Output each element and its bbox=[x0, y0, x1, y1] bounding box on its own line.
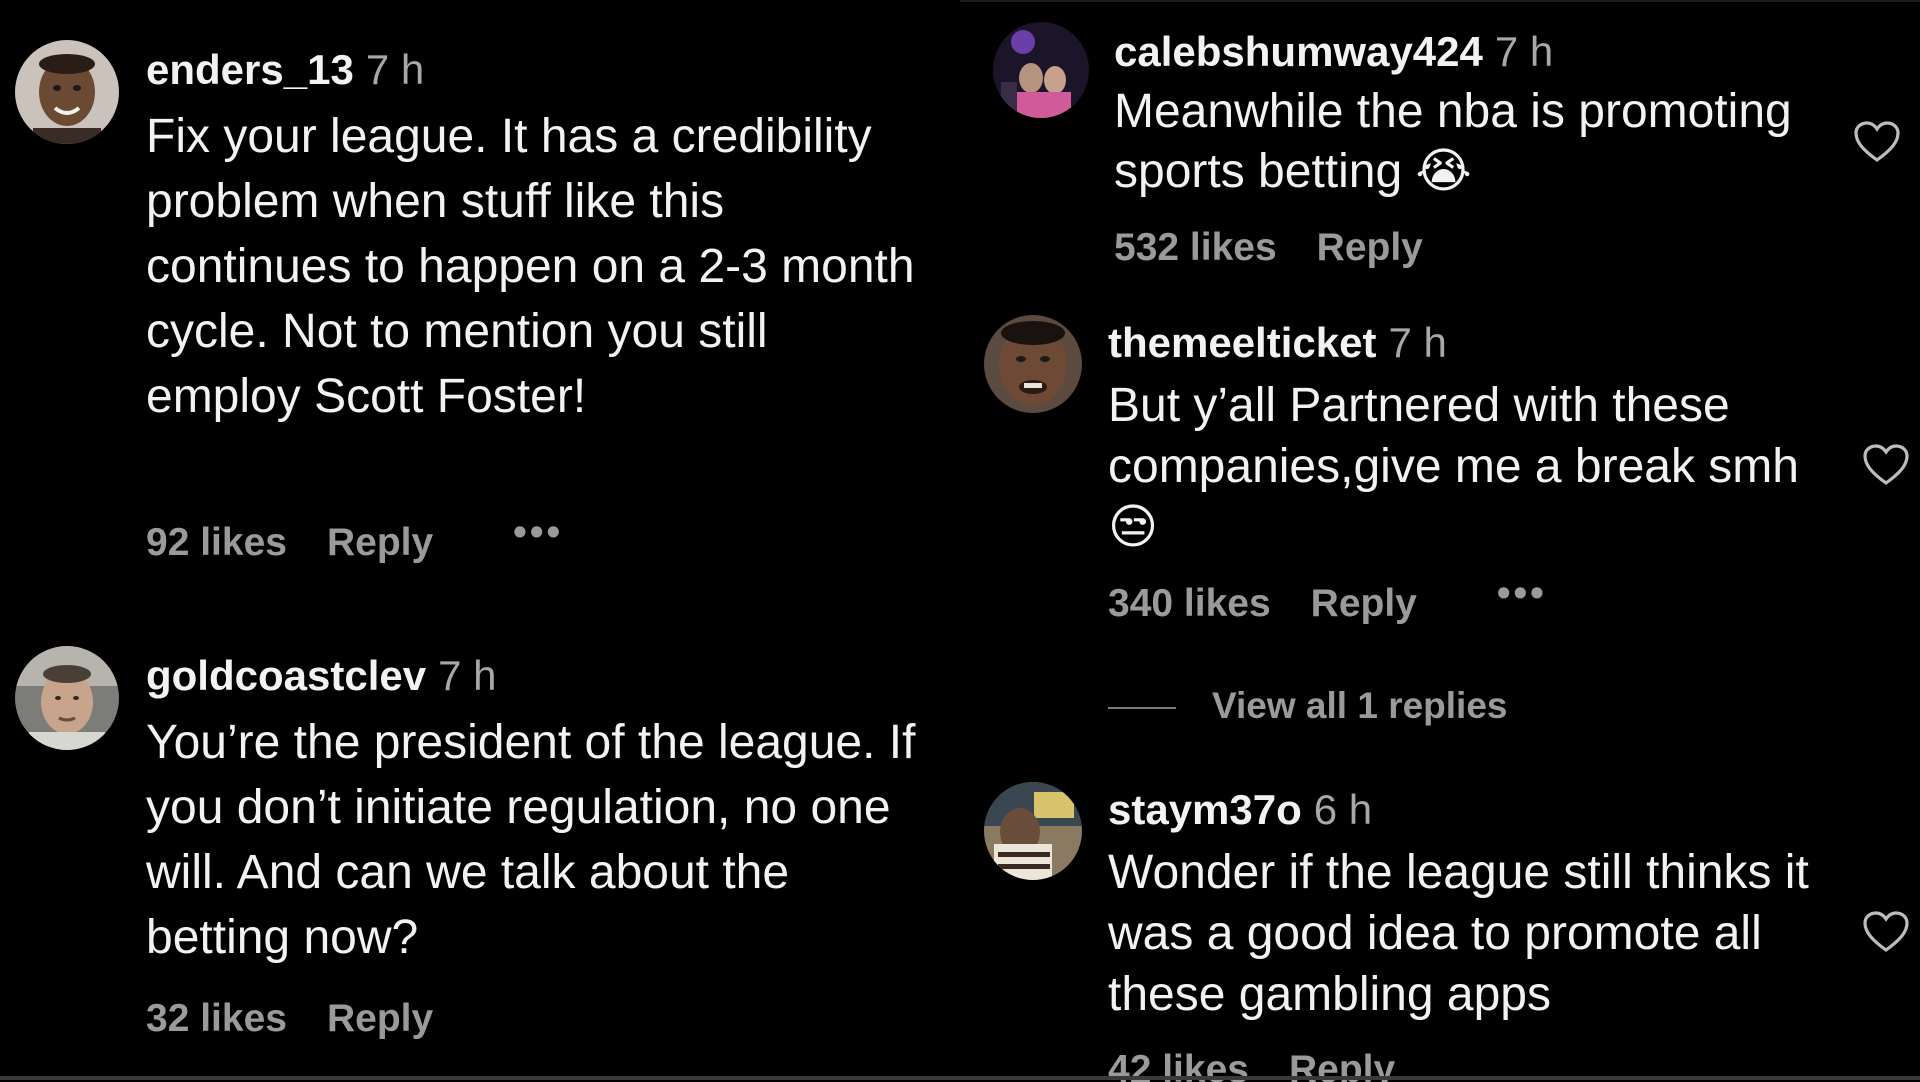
left-comments-panel: enders_13 7 h Fix your league. It has a c… bbox=[0, 0, 960, 1080]
likes-count[interactable]: 32 likes bbox=[146, 997, 287, 1041]
comment-timestamp: 7 h bbox=[1494, 28, 1554, 75]
comment-actions: 32 likes Reply bbox=[146, 997, 433, 1041]
comment-text: But y’all Partnered with these companies… bbox=[1108, 379, 1799, 554]
comment-body: enders_13 7 h Fix your league. It has a c… bbox=[146, 46, 926, 429]
comment-timestamp: 6 h bbox=[1313, 786, 1373, 833]
username-link[interactable]: themeelticket bbox=[1108, 319, 1376, 366]
comment-header: enders_13 7 h bbox=[146, 46, 926, 94]
username-link[interactable]: goldcoastclev bbox=[146, 652, 426, 699]
comment-body: staym37o 6 h Wonder if the league still t… bbox=[1108, 786, 1828, 1025]
view-replies-button[interactable]: View all 1 replies bbox=[1108, 685, 1508, 727]
comment-actions: 340 likes Reply ••• bbox=[1108, 572, 1547, 626]
more-options-icon[interactable]: ••• bbox=[513, 511, 563, 555]
avatar[interactable] bbox=[984, 315, 1082, 413]
comment-text: Meanwhile the nba is promoting sports be… bbox=[1114, 85, 1792, 198]
comment-body: calebshumway424 7 h Meanwhile the nba is … bbox=[1114, 28, 1834, 202]
likes-count[interactable]: 340 likes bbox=[1108, 582, 1271, 626]
more-options-icon[interactable]: ••• bbox=[1497, 572, 1547, 616]
comment-text: You’re the president of the league. If y… bbox=[146, 716, 916, 964]
username-link[interactable]: enders_13 bbox=[146, 46, 354, 93]
avatar[interactable] bbox=[984, 782, 1082, 880]
username-link[interactable]: calebshumway424 bbox=[1114, 28, 1483, 75]
likes-count[interactable]: 532 likes bbox=[1114, 226, 1277, 270]
comment-actions: 532 likes Reply bbox=[1114, 226, 1423, 270]
avatar[interactable] bbox=[15, 40, 119, 144]
reply-button[interactable]: Reply bbox=[327, 521, 433, 565]
heart-outline-icon[interactable] bbox=[1862, 910, 1910, 954]
reply-button[interactable]: Reply bbox=[1311, 582, 1417, 626]
comment-header: goldcoastclev 7 h bbox=[146, 652, 926, 700]
bottom-divider bbox=[0, 1076, 1920, 1080]
avatar[interactable] bbox=[15, 646, 119, 750]
comment-header: staym37o 6 h bbox=[1108, 786, 1828, 834]
comment-timestamp: 7 h bbox=[365, 46, 425, 93]
comment-header: calebshumway424 7 h bbox=[1114, 28, 1834, 76]
likes-count[interactable]: 92 likes bbox=[146, 521, 287, 565]
right-comments-panel: calebshumway424 7 h Meanwhile the nba is … bbox=[960, 0, 1920, 1082]
username-link[interactable]: staym37o bbox=[1108, 786, 1302, 833]
comment-timestamp: 7 h bbox=[438, 652, 497, 699]
comment-actions: 92 likes Reply ••• bbox=[146, 511, 563, 565]
reply-button[interactable]: Reply bbox=[327, 997, 433, 1041]
heart-outline-icon[interactable] bbox=[1853, 120, 1901, 164]
comment-text: Fix your league. It has a credibility pr… bbox=[146, 110, 915, 423]
comment-body: goldcoastclev 7 h You’re the president of… bbox=[146, 652, 926, 970]
comment-header: themeelticket 7 h bbox=[1108, 319, 1808, 367]
reply-button[interactable]: Reply bbox=[1317, 226, 1423, 270]
heart-outline-icon[interactable] bbox=[1862, 443, 1910, 487]
comment-body: themeelticket 7 h But y’all Partnered wit… bbox=[1108, 319, 1808, 558]
replies-divider bbox=[1108, 707, 1176, 710]
avatar[interactable] bbox=[993, 22, 1089, 118]
comment-timestamp: 7 h bbox=[1388, 319, 1447, 366]
view-replies-label: View all 1 replies bbox=[1212, 685, 1508, 726]
comment-text: Wonder if the league still thinks it was… bbox=[1108, 846, 1809, 1021]
